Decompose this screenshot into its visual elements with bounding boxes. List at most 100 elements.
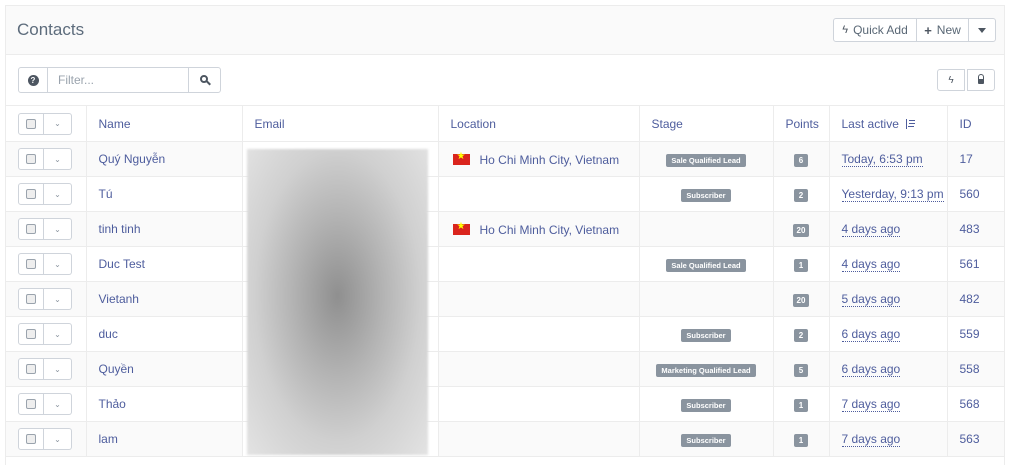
- row-checkbox[interactable]: [18, 288, 44, 310]
- bolt-icon: ϟ: [842, 24, 849, 36]
- row-actions-dropdown[interactable]: ⌄: [44, 148, 72, 170]
- page-title: Contacts: [17, 20, 85, 39]
- contact-name-link[interactable]: Tú: [86, 176, 243, 212]
- plus-icon: +: [924, 22, 932, 38]
- points-badge: 20: [792, 223, 810, 237]
- column-header-location[interactable]: Location: [438, 106, 640, 142]
- column-header-last-active[interactable]: Last active: [829, 106, 948, 142]
- contact-name-link[interactable]: Vietanh: [86, 281, 243, 317]
- contact-points: 1: [773, 386, 830, 422]
- contact-id: 483: [947, 211, 1004, 247]
- row-checkbox[interactable]: [18, 253, 44, 275]
- contact-location: [438, 281, 640, 317]
- row-checkbox[interactable]: [18, 218, 44, 240]
- last-active-text: 7 days ago: [841, 432, 901, 447]
- row-actions-dropdown[interactable]: ⌄: [44, 393, 72, 415]
- contact-stage: Sale Qualified Lead: [639, 246, 774, 282]
- points-badge: 1: [794, 258, 808, 272]
- row-actions-dropdown[interactable]: ⌄: [44, 288, 72, 310]
- row-actions-dropdown[interactable]: ⌄: [44, 323, 72, 345]
- row-select-cell: ⌄: [6, 141, 87, 177]
- points-badge: 5: [794, 363, 808, 377]
- contact-name-link[interactable]: tinh tinh: [86, 211, 243, 247]
- vietnam-flag-icon: [452, 221, 470, 235]
- checkbox-icon: [26, 329, 36, 339]
- column-header-stage[interactable]: Stage: [639, 106, 774, 142]
- row-checkbox[interactable]: [18, 183, 44, 205]
- contact-location: Ho Chi Minh City, Vietnam: [438, 141, 640, 177]
- contact-name-link[interactable]: duc: [86, 316, 243, 352]
- points-badge: 1: [794, 433, 808, 447]
- new-dropdown-button[interactable]: [968, 18, 996, 42]
- contact-location: Ho Chi Minh City, Vietnam: [438, 211, 640, 247]
- contact-stage: [639, 281, 774, 317]
- new-button[interactable]: + New: [916, 18, 969, 42]
- checkbox-icon: [26, 399, 36, 409]
- contact-name-link[interactable]: Quyền: [86, 351, 243, 387]
- table-header-row: ⌄ Name Email Location Stage Points Last …: [6, 106, 1004, 142]
- table-row: ⌄ Thảo Subscriber 1 7 days ago 568: [6, 386, 1004, 422]
- contact-name-link[interactable]: Thảo: [86, 386, 243, 422]
- contact-last-active: Yesterday, 9:13 pm: [829, 176, 948, 212]
- last-active-text: 4 days ago: [841, 222, 901, 237]
- points-badge: 20: [792, 293, 810, 307]
- contact-id: 568: [947, 386, 1004, 422]
- location-text: Ho Chi Minh City, Vietnam: [479, 222, 620, 237]
- row-actions-dropdown[interactable]: ⌄: [44, 253, 72, 275]
- checkbox-icon: [26, 294, 36, 304]
- column-header-email[interactable]: Email: [242, 106, 439, 142]
- row-actions-dropdown[interactable]: ⌄: [44, 428, 72, 450]
- table-row: ⌄ Vietanh 20 5 days ago 482: [6, 281, 1004, 317]
- contact-id: 561: [947, 246, 1004, 282]
- question-icon: ?: [27, 74, 39, 86]
- checkbox-icon: [26, 154, 36, 164]
- column-header-id[interactable]: ID: [947, 106, 1004, 142]
- contact-id: 559: [947, 316, 1004, 352]
- contact-location: [438, 316, 640, 352]
- chevron-down-icon: ⌄: [54, 154, 61, 164]
- contact-stage: [639, 211, 774, 247]
- search-button[interactable]: [188, 67, 221, 93]
- row-select-cell: ⌄: [6, 316, 87, 352]
- filter-help-button[interactable]: ?: [18, 67, 48, 93]
- chevron-down-icon: ⌄: [54, 189, 61, 199]
- batch-action-button[interactable]: ϟ: [937, 69, 965, 91]
- row-actions-dropdown[interactable]: ⌄: [44, 358, 72, 380]
- quick-add-button[interactable]: ϟ Quick Add: [833, 18, 917, 42]
- chevron-down-icon: ⌄: [54, 294, 61, 304]
- column-header-points[interactable]: Points: [773, 106, 830, 142]
- contact-last-active: 4 days ago: [829, 211, 948, 247]
- contact-points: 20: [773, 211, 830, 247]
- lock-button[interactable]: [967, 69, 995, 91]
- points-badge: 1: [794, 398, 808, 412]
- table-row: ⌄ tinh tinh Ho Chi Minh City, Vietnam 20 4 d…: [6, 211, 1004, 247]
- contact-name-link[interactable]: lam: [86, 421, 243, 457]
- chevron-down-icon: ⌄: [54, 329, 61, 339]
- row-actions-dropdown[interactable]: ⌄: [44, 183, 72, 205]
- table-row: ⌄ Duc Test Sale Qualified Lead 1 4 days ago 5…: [6, 246, 1004, 282]
- filter-bar: ? ϟ: [6, 55, 1004, 106]
- stage-badge: Subscriber: [681, 328, 731, 342]
- select-all-dropdown[interactable]: ⌄: [44, 112, 72, 135]
- row-checkbox[interactable]: [18, 358, 44, 380]
- contact-name-link[interactable]: Duc Test: [86, 246, 243, 282]
- last-active-text: 4 days ago: [841, 257, 901, 272]
- checkbox-icon: [26, 189, 36, 199]
- column-header-name[interactable]: Name: [86, 106, 243, 142]
- contact-id: 563: [947, 421, 1004, 457]
- checkbox-icon: [26, 434, 36, 444]
- last-active-text: 7 days ago: [841, 397, 901, 412]
- contact-location: [438, 386, 640, 422]
- filter-input[interactable]: [48, 67, 188, 93]
- row-checkbox[interactable]: [18, 323, 44, 345]
- row-checkbox[interactable]: [18, 428, 44, 450]
- quick-add-label: Quick Add: [853, 23, 908, 37]
- row-checkbox[interactable]: [18, 148, 44, 170]
- row-actions-dropdown[interactable]: ⌄: [44, 218, 72, 240]
- contact-id: 558: [947, 351, 1004, 387]
- location-text: Ho Chi Minh City, Vietnam: [479, 152, 620, 167]
- select-all-checkbox[interactable]: [18, 112, 44, 135]
- contact-name-link[interactable]: Quý Nguyễn: [86, 141, 243, 177]
- row-checkbox[interactable]: [18, 393, 44, 415]
- table-row: ⌄ Tú Subscriber 2 Yesterday, 9:13 pm 560: [6, 176, 1004, 212]
